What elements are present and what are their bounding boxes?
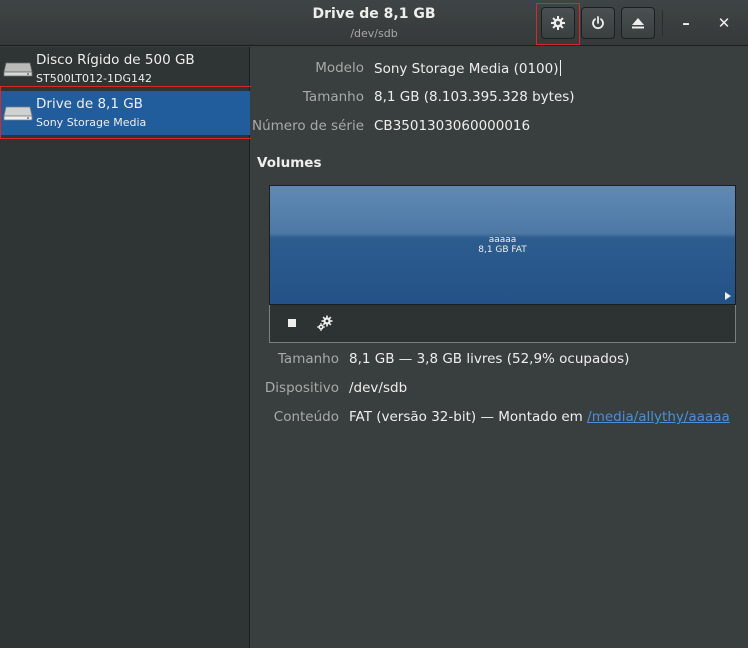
hard-disk-icon [3,62,33,77]
eject-icon [632,18,644,29]
model-value[interactable]: Sony Storage Media (0100) [374,60,561,77]
content-text: FAT (versão 32-bit) — Montado em [349,409,583,425]
volume-size-value: 8,1 GB — 3,8 GB livres (52,9% ocupados) [349,351,630,367]
text-cursor [559,60,561,76]
content-value: FAT (versão 32-bit) — Montado em /media/… [349,409,730,425]
serial-value: CB3501303060000016 [374,118,531,134]
hard-disk-icon [3,106,33,121]
partition-size: 8,1 GB FAT [478,245,527,255]
volume-toolbar [269,305,736,343]
size-value: 8,1 GB (8.103.395.328 bytes) [374,89,575,105]
model-label: Modelo [315,60,364,76]
header-separator [662,10,663,36]
power-icon [592,16,604,30]
serial-label: Número de série [251,118,364,134]
drive-name: Drive de 8,1 GB [36,96,143,112]
volume-partition-map[interactable]: aaaaa 8,1 GB FAT [269,185,736,305]
close-button[interactable]: ✕ [713,12,735,34]
gear-icon [551,16,565,30]
volume-size-label: Tamanho [277,351,339,367]
drive-list-item-usb[interactable]: Drive de 8,1 GB Sony Storage Media [0,91,250,135]
drive-name: Disco Rígido de 500 GB [36,52,195,68]
mount-point-link[interactable]: /media/allythy/aaaaa [587,409,730,425]
size-label: Tamanho [302,89,364,105]
play-arrow-icon [725,292,731,300]
device-value: /dev/sdb [349,380,408,396]
partition-name: aaaaa [488,235,517,245]
drive-list-item-hdd[interactable]: Disco Rígido de 500 GB ST500LT012-1DG142 [0,47,250,91]
stop-icon[interactable] [288,319,296,327]
model-value-text: Sony Storage Media (0100) [374,61,559,77]
eject-button[interactable] [621,7,655,39]
header-bar: Drive de 8,1 GB /dev/sdb – ✕ [0,0,748,46]
drive-description: ST500LT012-1DG142 [36,72,152,85]
power-off-button[interactable] [581,7,615,39]
minimize-button[interactable]: – [675,12,697,34]
gears-icon[interactable] [316,313,336,333]
drive-details-panel: Modelo Sony Storage Media (0100) Tamanho… [251,47,748,648]
drive-description: Sony Storage Media [36,116,147,129]
drive-list-sidebar: Disco Rígido de 500 GB ST500LT012-1DG142… [0,47,250,648]
drive-settings-button[interactable] [541,7,575,39]
volumes-heading: Volumes [257,155,322,171]
content-label: Conteúdo [273,409,339,425]
device-label: Dispositivo [264,380,339,396]
